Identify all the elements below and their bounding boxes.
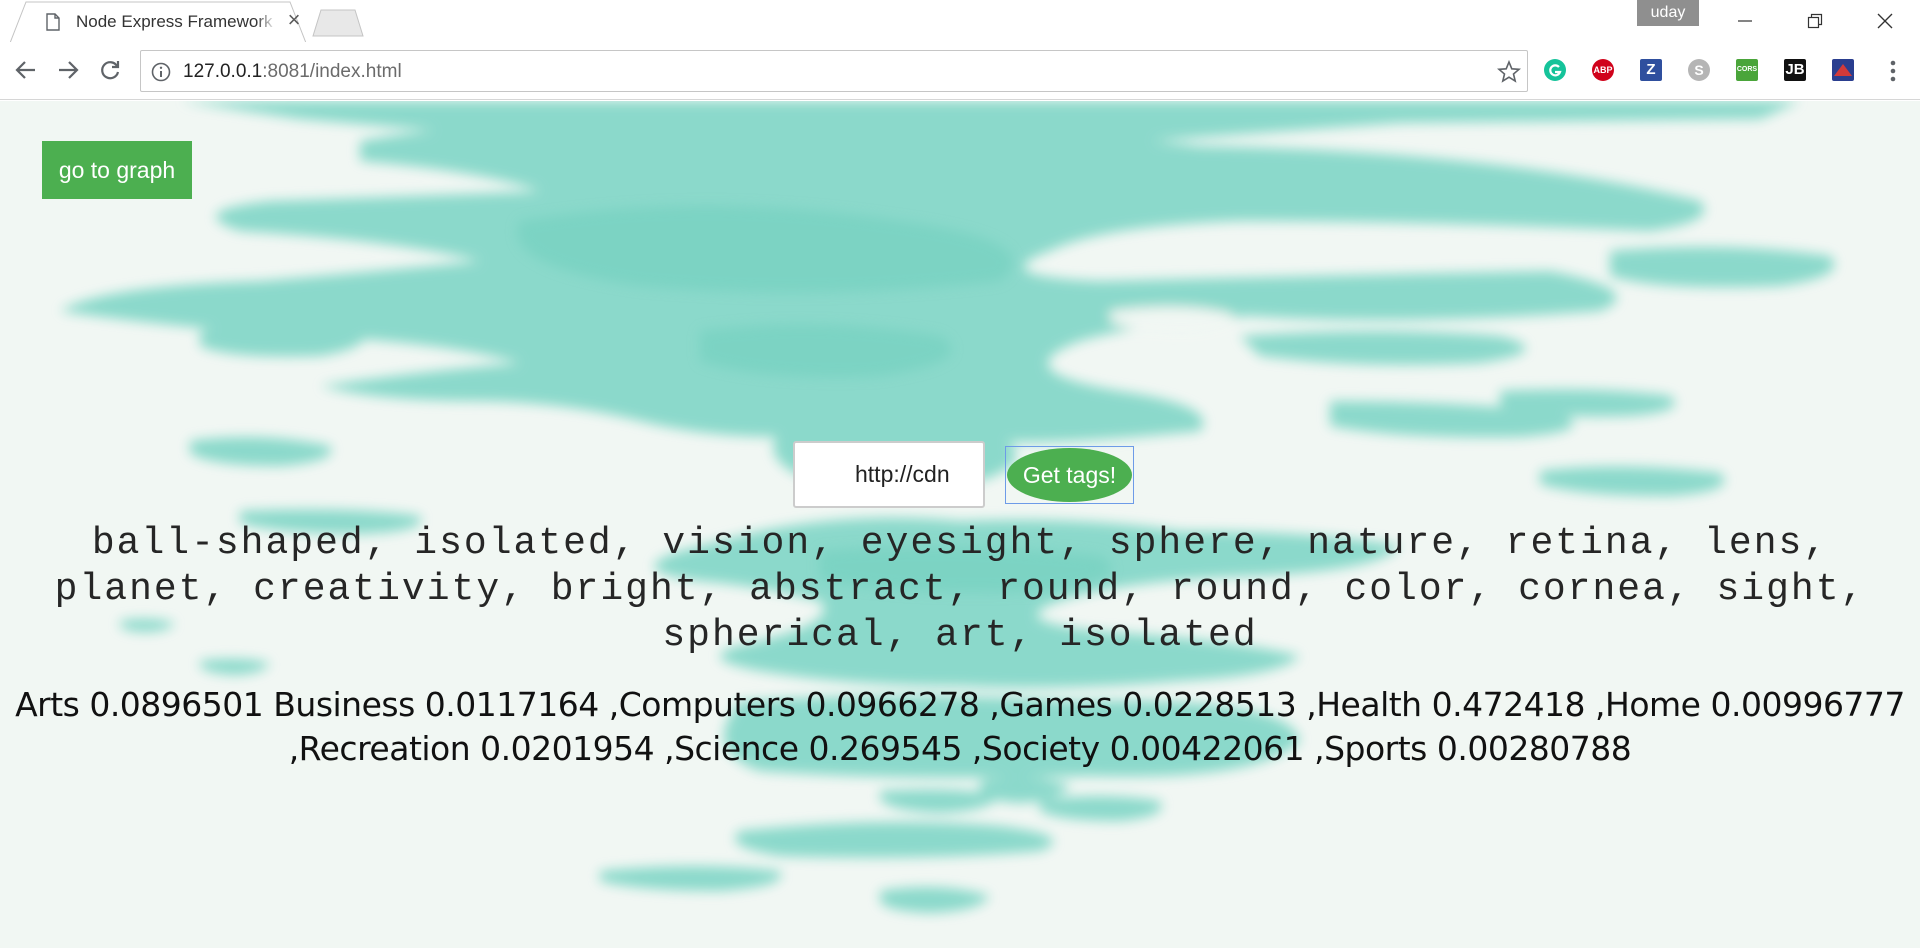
category-scores: Arts 0.0896501 Business 0.0117164 ,Compu… bbox=[15, 685, 1905, 768]
url-host: 127.0.0.1 bbox=[183, 61, 263, 82]
extension-icon[interactable] bbox=[1831, 58, 1855, 82]
get-tags-focus-ring: Get tags! bbox=[1005, 446, 1134, 504]
arrow-left-icon bbox=[15, 61, 35, 79]
cors-icon[interactable]: CORS bbox=[1735, 58, 1759, 82]
go-to-graph-button[interactable]: go to graph bbox=[42, 141, 192, 199]
url-path: :8081/index.html bbox=[262, 61, 402, 82]
minimize-button[interactable] bbox=[1710, 0, 1780, 42]
close-icon bbox=[1877, 13, 1893, 29]
image-url-input[interactable] bbox=[793, 441, 985, 508]
reload-button[interactable] bbox=[94, 54, 126, 86]
back-button[interactable] bbox=[10, 54, 42, 86]
browser-tab[interactable]: Node Express Framework × bbox=[10, 1, 306, 43]
svg-text:S: S bbox=[1694, 62, 1703, 78]
tags-result: ball-shaped, isolated, vision, eyesight,… bbox=[54, 522, 1866, 657]
url-text[interactable]: 127.0.0.1:8081/index.html bbox=[183, 61, 402, 83]
zotero-icon[interactable]: Z bbox=[1639, 58, 1663, 82]
skype-icon-shape: S bbox=[1688, 59, 1710, 81]
reload-icon bbox=[101, 61, 120, 80]
skype-icon[interactable]: S bbox=[1687, 58, 1711, 82]
adblock-plus-icon-label: ABP bbox=[1593, 65, 1613, 75]
new-tab-button[interactable] bbox=[312, 9, 364, 37]
minimize-icon bbox=[1738, 20, 1752, 22]
address-bar[interactable]: 127.0.0.1:8081/index.html bbox=[140, 50, 1528, 92]
browser-toolbar: 127.0.0.1:8081/index.html ABP Z S CORS JB bbox=[0, 42, 1920, 100]
close-window-button[interactable] bbox=[1850, 0, 1920, 42]
close-tab-icon[interactable]: × bbox=[285, 9, 303, 31]
grammarly-icon-shape bbox=[1544, 59, 1566, 81]
page-viewport: go to graph Get tags! ball-shaped, isola… bbox=[0, 101, 1920, 948]
more-menu-icon[interactable] bbox=[1886, 58, 1900, 84]
arrow-right-icon bbox=[59, 61, 79, 79]
zotero-icon-label: Z bbox=[1646, 61, 1656, 78]
get-tags-button[interactable]: Get tags! bbox=[1007, 448, 1132, 502]
document-icon bbox=[46, 13, 60, 31]
tab-title: Node Express Framework bbox=[76, 12, 273, 31]
jetbrains-icon-label: JB bbox=[1785, 61, 1805, 78]
grammarly-icon[interactable] bbox=[1543, 58, 1567, 82]
forward-button[interactable] bbox=[52, 54, 84, 86]
info-icon[interactable] bbox=[151, 62, 171, 82]
profile-badge[interactable]: uday bbox=[1637, 0, 1699, 26]
restore-icon bbox=[1807, 13, 1823, 29]
jetbrains-icon[interactable]: JB bbox=[1783, 58, 1807, 82]
bookmark-star-icon[interactable] bbox=[1497, 60, 1521, 84]
title-bar: Node Express Framework × uday bbox=[0, 0, 1920, 43]
extension-icon-shape bbox=[1832, 59, 1854, 81]
restore-button[interactable] bbox=[1780, 0, 1850, 42]
adblock-plus-icon[interactable]: ABP bbox=[1591, 58, 1615, 82]
cors-icon-label: CORS bbox=[1736, 66, 1758, 73]
